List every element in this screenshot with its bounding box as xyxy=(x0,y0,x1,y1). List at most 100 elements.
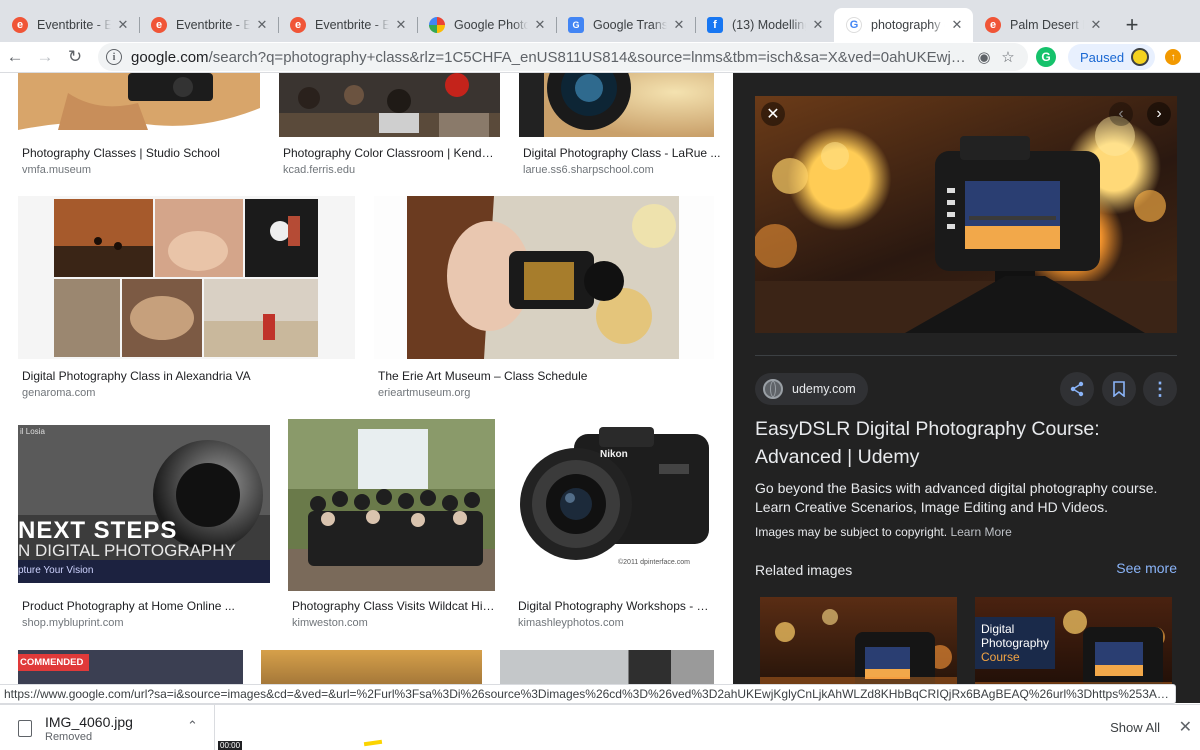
tab-google-search-active[interactable]: G photography c ✕ xyxy=(834,8,973,42)
download-item[interactable]: IMG_4060.jpg Removed ⌃ xyxy=(0,705,215,750)
thumb-watermark: ©2011 dpinterface.com xyxy=(618,559,690,566)
thumb-subheading: N DIGITAL PHOTOGRAPHY xyxy=(18,541,236,560)
result-thumbnail[interactable]: il Losia NEXT STEPS N DIGITAL PHOTOGRAPH… xyxy=(18,425,270,583)
result-thumbnail[interactable] xyxy=(288,419,495,591)
download-bar: IMG_4060.jpg Removed ⌃ 00:00 Show All ✕ xyxy=(0,704,1200,750)
time-badge: 00:00 xyxy=(218,741,243,750)
eventbrite-icon: e xyxy=(151,17,167,33)
see-more-link[interactable]: See more xyxy=(1116,560,1177,576)
location-icon[interactable]: ◉ xyxy=(972,45,996,69)
result-title: Digital Photography Class - LaRue ... xyxy=(523,146,721,160)
tab-facebook[interactable]: f (13) Modelling ✕ xyxy=(695,8,834,42)
tab-palm-desert[interactable]: e Palm Desert Bo ✕ xyxy=(973,8,1112,42)
result-caption[interactable]: Digital Photography Class - LaRue ... la… xyxy=(523,146,733,177)
result-source: larue.ss6.sharpschool.com xyxy=(523,164,654,176)
result-thumbnail[interactable] xyxy=(279,73,500,137)
tab-title: Google Photos xyxy=(454,18,528,32)
url-domain: google.com xyxy=(131,48,209,66)
avatar xyxy=(1131,48,1150,66)
result-caption[interactable]: Digital Photography Workshops - Ki... ki… xyxy=(518,599,713,630)
chevron-up-icon[interactable]: ⌃ xyxy=(187,718,198,734)
badge-line: Course xyxy=(981,650,1020,664)
url-text[interactable]: google.com/search?q=photography+class&rl… xyxy=(131,49,972,66)
tab-eventbrite-1[interactable]: e Eventbrite - Ed ✕ xyxy=(0,8,139,42)
result-source: genaroma.com xyxy=(22,387,96,399)
result-title: Photography Class Visits Wildcat Hill... xyxy=(292,599,497,613)
globe-icon xyxy=(763,379,783,399)
result-thumbnail[interactable]: Nikon ©2011 dpinterface.com xyxy=(514,419,714,573)
close-icon[interactable]: ✕ xyxy=(671,17,687,33)
profile-status: Paused xyxy=(1080,49,1125,65)
result-caption[interactable]: Photography Classes | Studio School vmfa… xyxy=(22,146,237,177)
tab-eventbrite-2[interactable]: e Eventbrite - Ed ✕ xyxy=(139,8,278,42)
close-icon[interactable]: ✕ xyxy=(393,17,409,33)
google-icon: G xyxy=(846,17,862,33)
back-button[interactable]: ← xyxy=(0,43,30,71)
share-icon xyxy=(1070,381,1084,397)
chevron-right-icon: › xyxy=(1156,105,1162,122)
copyright-text: Images may be subject to copyright. xyxy=(755,525,948,539)
share-button[interactable] xyxy=(1060,372,1094,406)
result-thumbnail[interactable] xyxy=(18,196,355,359)
next-image-button[interactable]: › xyxy=(1147,102,1171,126)
result-caption[interactable]: The Erie Art Museum – Class Schedule eri… xyxy=(378,369,678,400)
profile-button[interactable]: Paused xyxy=(1068,44,1156,70)
toolbar: ← → ↻ i google.com/search?q=photography+… xyxy=(0,42,1200,73)
result-caption[interactable]: Photography Class Visits Wildcat Hill...… xyxy=(292,599,497,630)
result-source: kcad.ferris.edu xyxy=(283,164,356,176)
bookmark-icon xyxy=(1113,381,1125,397)
source-site-link[interactable]: udemy.com xyxy=(755,373,868,405)
preview-title[interactable]: EasyDSLR Digital Photography Course: Adv… xyxy=(755,415,1185,471)
update-icon[interactable]: ↑ xyxy=(1165,49,1182,65)
badge-line: Photography xyxy=(981,636,1050,650)
result-source: shop.mybluprint.com xyxy=(22,617,124,629)
close-icon[interactable]: ✕ xyxy=(1088,17,1104,33)
tab-strip: e Eventbrite - Ed ✕ e Eventbrite - Ed ✕ … xyxy=(0,0,1200,42)
eventbrite-icon: e xyxy=(985,17,1001,33)
tab-google-photos[interactable]: Google Photos ✕ xyxy=(417,8,556,42)
preview-image[interactable]: ✕ ‹ › xyxy=(755,96,1177,333)
related-image-badge: Digital Photography Course xyxy=(975,617,1055,669)
chevron-left-icon: ‹ xyxy=(1118,105,1124,122)
thumb-tagline: pture Your Vision xyxy=(18,565,94,576)
close-preview-button[interactable]: ✕ xyxy=(761,102,785,126)
result-thumbnail[interactable] xyxy=(519,73,714,137)
close-icon[interactable]: ✕ xyxy=(115,17,131,33)
show-all-button[interactable]: Show All xyxy=(1098,713,1172,741)
save-button[interactable] xyxy=(1102,372,1136,406)
badge-line: Digital xyxy=(981,622,1015,636)
close-icon[interactable]: ✕ xyxy=(810,17,826,33)
previous-image-button[interactable]: ‹ xyxy=(1109,102,1133,126)
result-caption[interactable]: Digital Photography Class in Alexandria … xyxy=(22,369,322,400)
more-options-button[interactable]: ⋮ xyxy=(1143,372,1177,406)
result-thumbnail[interactable] xyxy=(374,196,714,359)
tab-title: Palm Desert Bo xyxy=(1010,18,1084,32)
preview-description: Go beyond the Basics with advanced digit… xyxy=(755,480,1158,515)
related-images-heading: Related images xyxy=(755,562,853,578)
facebook-icon: f xyxy=(707,17,723,33)
result-source: kimashleyphotos.com xyxy=(518,617,624,629)
result-caption[interactable]: Product Photography at Home Online ... s… xyxy=(22,599,237,630)
eventbrite-icon: e xyxy=(290,17,306,33)
star-icon[interactable]: ☆ xyxy=(996,45,1020,69)
new-tab-button[interactable]: + xyxy=(1118,11,1146,39)
tab-google-translate[interactable]: G Google Transla ✕ xyxy=(556,8,695,42)
arrow-left-icon: ← xyxy=(6,47,24,66)
result-thumbnail[interactable] xyxy=(18,73,260,130)
address-bar[interactable]: i google.com/search?q=photography+class&… xyxy=(98,43,1028,71)
tab-title: (13) Modelling xyxy=(732,18,806,32)
image-results-grid: Photography Classes | Studio School vmfa… xyxy=(0,73,733,703)
result-caption[interactable]: Photography Color Classroom | Kendall ..… xyxy=(283,146,498,177)
learn-more-link[interactable]: Learn More xyxy=(950,525,1011,539)
info-icon[interactable]: i xyxy=(106,49,122,65)
reload-button[interactable]: ↻ xyxy=(60,43,90,71)
tab-title: Eventbrite - Ed xyxy=(37,18,111,32)
result-source: kimweston.com xyxy=(292,617,368,629)
close-icon[interactable]: ✕ xyxy=(254,17,270,33)
close-icon[interactable]: ✕ xyxy=(949,17,965,33)
close-icon[interactable]: ✕ xyxy=(1179,717,1192,737)
grammarly-icon[interactable]: G xyxy=(1036,47,1056,67)
close-icon[interactable]: ✕ xyxy=(532,17,548,33)
forward-button[interactable]: → xyxy=(30,43,60,71)
tab-eventbrite-3[interactable]: e Eventbrite - Ed ✕ xyxy=(278,8,417,42)
